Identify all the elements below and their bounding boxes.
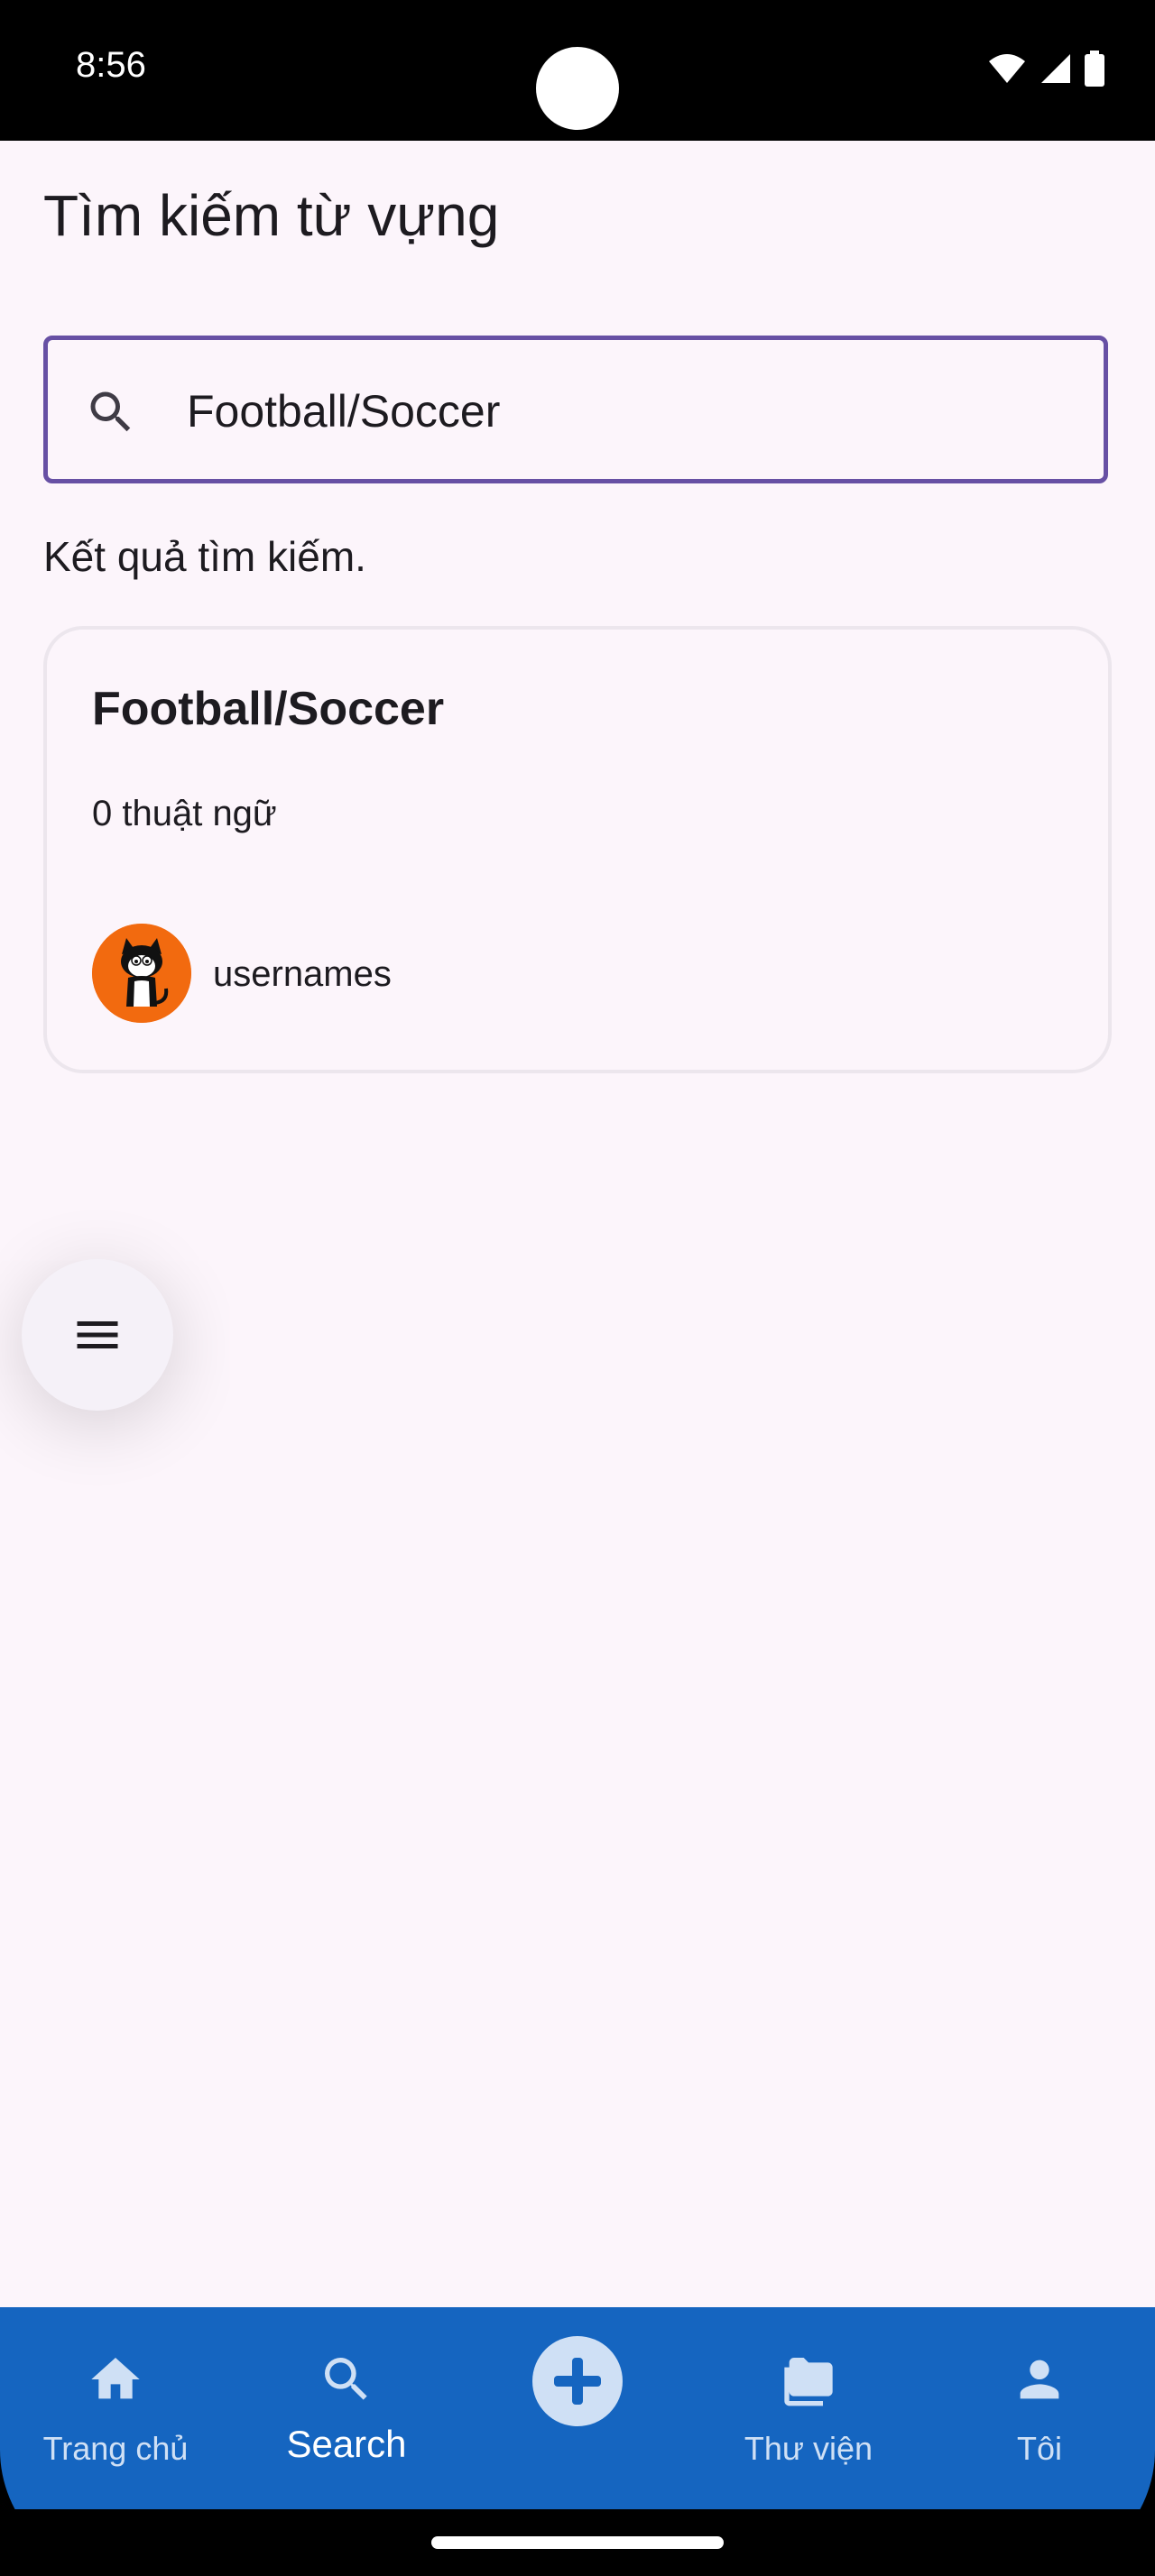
- signal-icon: [1041, 54, 1070, 83]
- nav-label-home: Trang chủ: [42, 2430, 189, 2467]
- search-icon: [325, 2358, 367, 2400]
- result-card-title: Football/Soccer: [92, 683, 445, 735]
- home-indicator[interactable]: [431, 2536, 724, 2549]
- wifi-icon: [989, 54, 1025, 83]
- result-username: usernames: [213, 954, 392, 994]
- bottom-navigation: Trang chủ Search Thư viện Tôi: [0, 2307, 1155, 2509]
- nav-item-search[interactable]: Search: [231, 2307, 462, 2509]
- search-icon: [90, 391, 131, 432]
- add-icon: [554, 2358, 601, 2405]
- cat-avatar-icon: [92, 924, 191, 1023]
- menu-button[interactable]: [22, 1259, 173, 1411]
- avatar: [92, 924, 191, 1023]
- folder-icon: [784, 2358, 833, 2406]
- search-screen: Tìm kiếm từ vựng Football/Soccer Kết quả…: [0, 141, 1155, 2307]
- results-label: Kết quả tìm kiếm.: [43, 533, 366, 580]
- result-card[interactable]: Football/Soccer 0 thuật ngữ usernames: [43, 626, 1112, 1073]
- phone-frame: 8:56 Tìm kiếm từ vựng Football/Soccer Kế…: [0, 0, 1155, 2576]
- nav-label-profile: Tôi: [1016, 2430, 1062, 2467]
- nav-add-button[interactable]: [532, 2336, 623, 2426]
- camera-cutout: [536, 47, 619, 130]
- nav-item-profile[interactable]: Tôi: [924, 2307, 1155, 2509]
- nav-label-library: Thư viện: [744, 2430, 873, 2467]
- battery-icon: [1085, 51, 1104, 87]
- person-icon: [1020, 2360, 1059, 2399]
- home-icon: [91, 2358, 140, 2399]
- status-bar: 8:56: [0, 0, 1155, 141]
- menu-icon: [77, 1321, 118, 1348]
- result-term-count: 0 thuật ngữ: [92, 794, 277, 833]
- nav-label-search: Search: [286, 2423, 407, 2465]
- nav-item-home[interactable]: Trang chủ: [0, 2307, 231, 2509]
- nav-item-library[interactable]: Thư viện: [693, 2307, 924, 2509]
- search-input[interactable]: Football/Soccer: [43, 336, 1108, 483]
- status-time: 8:56: [76, 45, 146, 85]
- search-input-value[interactable]: Football/Soccer: [187, 385, 500, 437]
- status-icons: [987, 51, 1104, 87]
- page-title: Tìm kiếm từ vựng: [43, 183, 500, 248]
